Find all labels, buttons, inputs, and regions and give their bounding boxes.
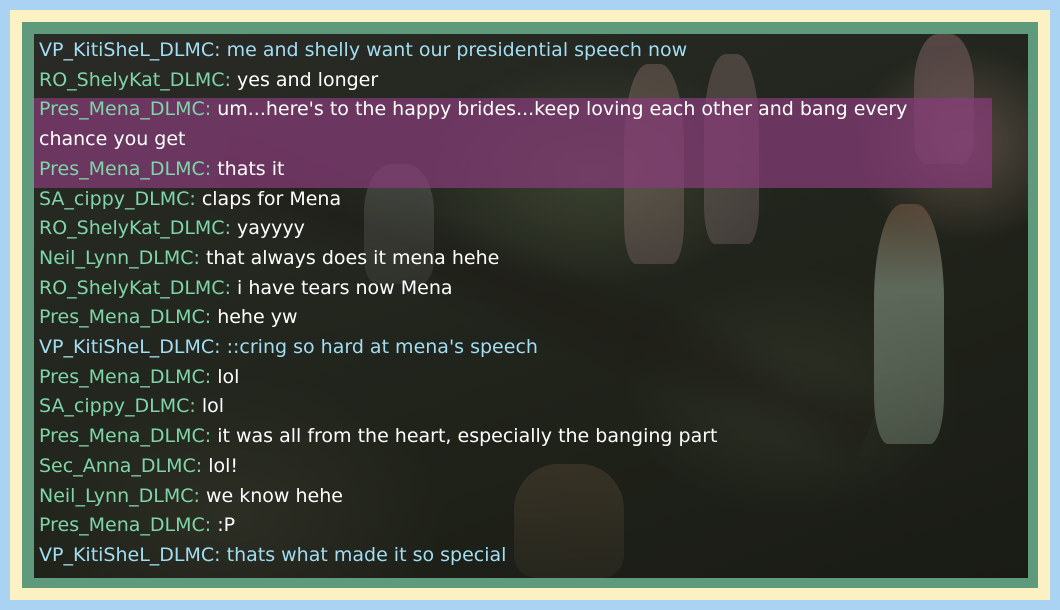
chat-line: Pres_Mena_DLMC: thats it <box>34 155 1028 185</box>
chat-line: RO_ShelyKat_DLMC: yes and longer <box>34 66 1028 96</box>
chat-line: Pres_Mena_DLMC: lol <box>34 363 1028 393</box>
chat-message: i have tears now Mena <box>230 276 453 299</box>
chat-message: hehe yw <box>211 306 298 329</box>
chat-message: that always does it mena hehe <box>199 246 500 269</box>
chat-message: lol <box>211 365 240 388</box>
chat-username: SA_cippy_DLMC: <box>39 187 196 210</box>
chat-username: Neil_Lynn_DLMC: <box>39 246 200 269</box>
chat-message: it was all from the heart, especially th… <box>211 425 718 448</box>
chat-line: SA_cippy_DLMC: claps for Mena <box>34 185 1028 215</box>
chat-line: VP_KitiSheL_DLMC: me and shelly want our… <box>34 36 1028 66</box>
chat-username: Pres_Mena_DLMC: <box>39 514 212 537</box>
chat-line: Sec_Anna_DLMC: lol! <box>34 452 1028 482</box>
chat-line: Pres_Mena_DLMC: hehe yw <box>34 303 1028 333</box>
chat-message: lol! <box>202 454 239 477</box>
chat-username: Pres_Mena_DLMC: <box>39 157 212 180</box>
chat-username: RO_ShelyKat_DLMC: <box>39 217 231 240</box>
chat-message: lol <box>195 395 225 418</box>
chat-line: SA_cippy_DLMC: lol <box>34 392 1028 422</box>
chat-line: Neil_Lynn_DLMC: we know hehe <box>34 482 1028 512</box>
chat-username: Sec_Anna_DLMC: <box>39 454 203 477</box>
chat-username: Neil_Lynn_DLMC: <box>39 484 200 507</box>
chat-username: RO_ShelyKat_DLMC: <box>39 68 231 91</box>
chat-line: RO_ShelyKat_DLMC: yayyyy <box>34 214 1028 244</box>
chat-line: Pres_Mena_DLMC: :P <box>34 511 1028 541</box>
chat-message: thats it <box>211 157 285 180</box>
chat-username: VP_KitiSheL_DLMC: <box>39 336 221 359</box>
chat-message: we know hehe <box>199 484 343 507</box>
chat-message: ::cring so hard at mena's speech <box>220 336 538 359</box>
chat-line: Pres_Mena_DLMC: it was all from the hear… <box>34 422 1028 452</box>
chat-line: VP_KitiSheL_DLMC: thats what made it so … <box>34 541 1028 571</box>
chat-username: Pres_Mena_DLMC: <box>39 306 212 329</box>
chat-message: yes and longer <box>230 68 379 91</box>
chat-username: VP_KitiSheL_DLMC: <box>39 543 221 566</box>
chat-line: Neil_Lynn_DLMC: that always does it mena… <box>34 244 1028 274</box>
chat-log: VP_KitiSheL_DLMC: me and shelly want our… <box>34 34 1028 571</box>
chat-username: Pres_Mena_DLMC: <box>39 425 212 448</box>
chat-line: VP_KitiSheL_DLMC: ::cring so hard at men… <box>34 333 1028 363</box>
chat-username: Pres_Mena_DLMC: <box>39 365 212 388</box>
chat-message: me and shelly want our presidential spee… <box>220 39 688 61</box>
chat-line: Pres_Mena_DLMC: um...here's to the happy… <box>34 95 969 154</box>
chat-line: RO_ShelyKat_DLMC: i have tears now Mena <box>34 274 1028 304</box>
chat-message: claps for Mena <box>195 187 342 210</box>
game-scene: VP_KitiSheL_DLMC: me and shelly want our… <box>34 34 1028 578</box>
chat-message: thats what made it so special <box>220 543 507 566</box>
chat-username: Pres_Mena_DLMC: <box>39 98 212 121</box>
chat-username: SA_cippy_DLMC: <box>39 395 196 418</box>
chat-message: yayyyy <box>230 217 305 240</box>
chat-username: RO_ShelyKat_DLMC: <box>39 276 231 299</box>
chat-username: VP_KitiSheL_DLMC: <box>39 39 221 61</box>
chat-message: :P <box>211 514 236 537</box>
